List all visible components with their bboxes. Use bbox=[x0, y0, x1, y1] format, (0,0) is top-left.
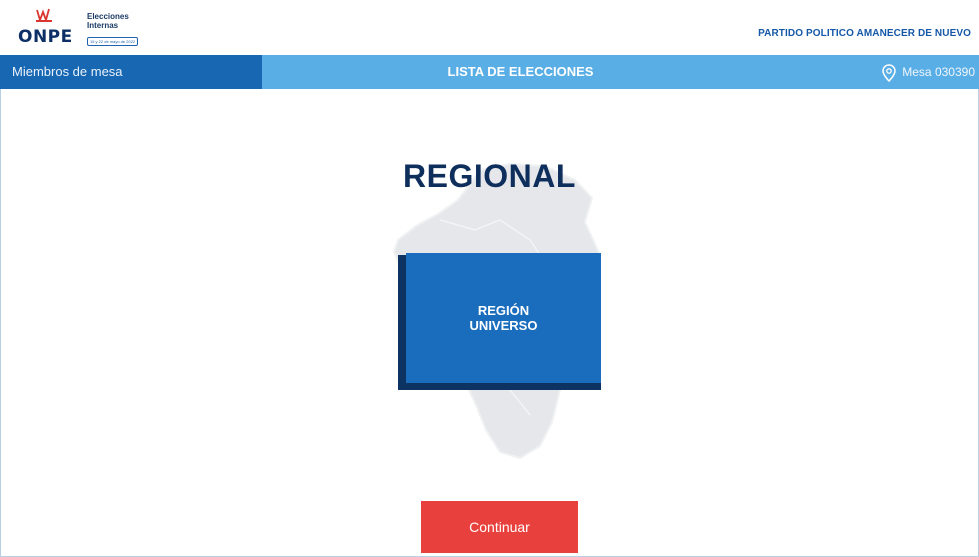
continue-button[interactable]: Continuar bbox=[421, 501, 578, 553]
election-card-region-universo[interactable]: REGIÓN UNIVERSO bbox=[406, 253, 601, 383]
onpe-logo: ONPE Elecciones Internas 15 y 22 de mayo… bbox=[18, 8, 168, 50]
location-pin-icon bbox=[882, 64, 897, 82]
logo-title-line2: Internas bbox=[87, 21, 119, 30]
navbar: Miembros de mesa LISTA DE ELECCIONES Mes… bbox=[0, 55, 979, 89]
logo-election-title: Elecciones Internas bbox=[87, 12, 129, 30]
card-label-line2: UNIVERSO bbox=[469, 318, 538, 333]
header: ONPE Elecciones Internas 15 y 22 de mayo… bbox=[0, 0, 979, 55]
page-title: REGIONAL bbox=[403, 158, 576, 194]
nav-title: LISTA DE ELECCIONES bbox=[447, 64, 594, 79]
logo-date-badge: 15 y 22 de mayo de 2022 bbox=[87, 37, 139, 46]
onpe-logo-mark bbox=[36, 8, 52, 22]
mesa-indicator: Mesa 030390 bbox=[882, 55, 975, 89]
card-label-line1: REGIÓN bbox=[477, 303, 530, 318]
logo-title-line1: Elecciones bbox=[87, 12, 129, 21]
logo-wordmark: ONPE bbox=[18, 27, 73, 47]
mesa-label: Mesa 030390 bbox=[902, 65, 975, 79]
party-name: PARTIDO POLITICO AMANECER DE NUEVO bbox=[758, 28, 971, 39]
role-label: Miembros de mesa bbox=[0, 55, 262, 89]
